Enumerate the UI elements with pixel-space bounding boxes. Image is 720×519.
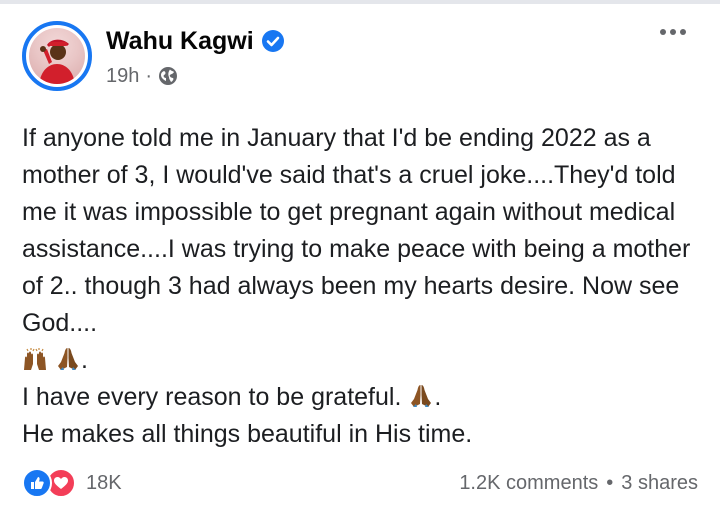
post-body: If anyone told me in January that I'd be… (22, 120, 702, 453)
avatar[interactable] (22, 21, 92, 91)
shares-link[interactable]: 3 shares (621, 472, 698, 495)
globe-icon[interactable] (158, 66, 178, 86)
reaction-icons (22, 467, 76, 499)
avatar-image (39, 39, 75, 84)
praying-hands-emoji (55, 346, 81, 372)
emoji-line-period: . (80, 346, 88, 374)
emoji-line: . (22, 342, 702, 379)
comments-link[interactable]: 1.2K comments (459, 472, 598, 495)
grateful-line: I have every reason to be grateful. . (22, 379, 702, 416)
post-footer: 18K 1.2K comments • 3 shares (22, 467, 698, 499)
post-stats: 1.2K comments • 3 shares (459, 472, 698, 495)
post-paragraph: If anyone told me in January that I'd be… (22, 124, 691, 337)
avatar-photo (29, 28, 85, 84)
reactions-summary[interactable]: 18K (22, 467, 122, 499)
more-options-icon[interactable] (660, 29, 686, 35)
grateful-line-period: . (434, 383, 442, 411)
raising-hands-emoji (22, 346, 48, 372)
like-reaction-icon (22, 468, 52, 498)
grateful-text: I have every reason to be grateful. (22, 383, 402, 411)
post-meta: 19h · (106, 61, 178, 91)
praying-hands-emoji (408, 383, 434, 409)
post-time[interactable]: 19h (106, 65, 139, 88)
top-divider (0, 0, 720, 4)
verified-badge-icon (261, 30, 284, 52)
reaction-count: 18K (86, 471, 122, 494)
stats-separator: • (606, 471, 614, 494)
author-row: Wahu Kagwi (106, 23, 284, 59)
post-header: Wahu Kagwi 19h · (22, 21, 698, 91)
meta-separator: · (145, 64, 153, 87)
author-name[interactable]: Wahu Kagwi (106, 27, 254, 56)
time-line: He makes all things beautiful in His tim… (22, 420, 473, 448)
